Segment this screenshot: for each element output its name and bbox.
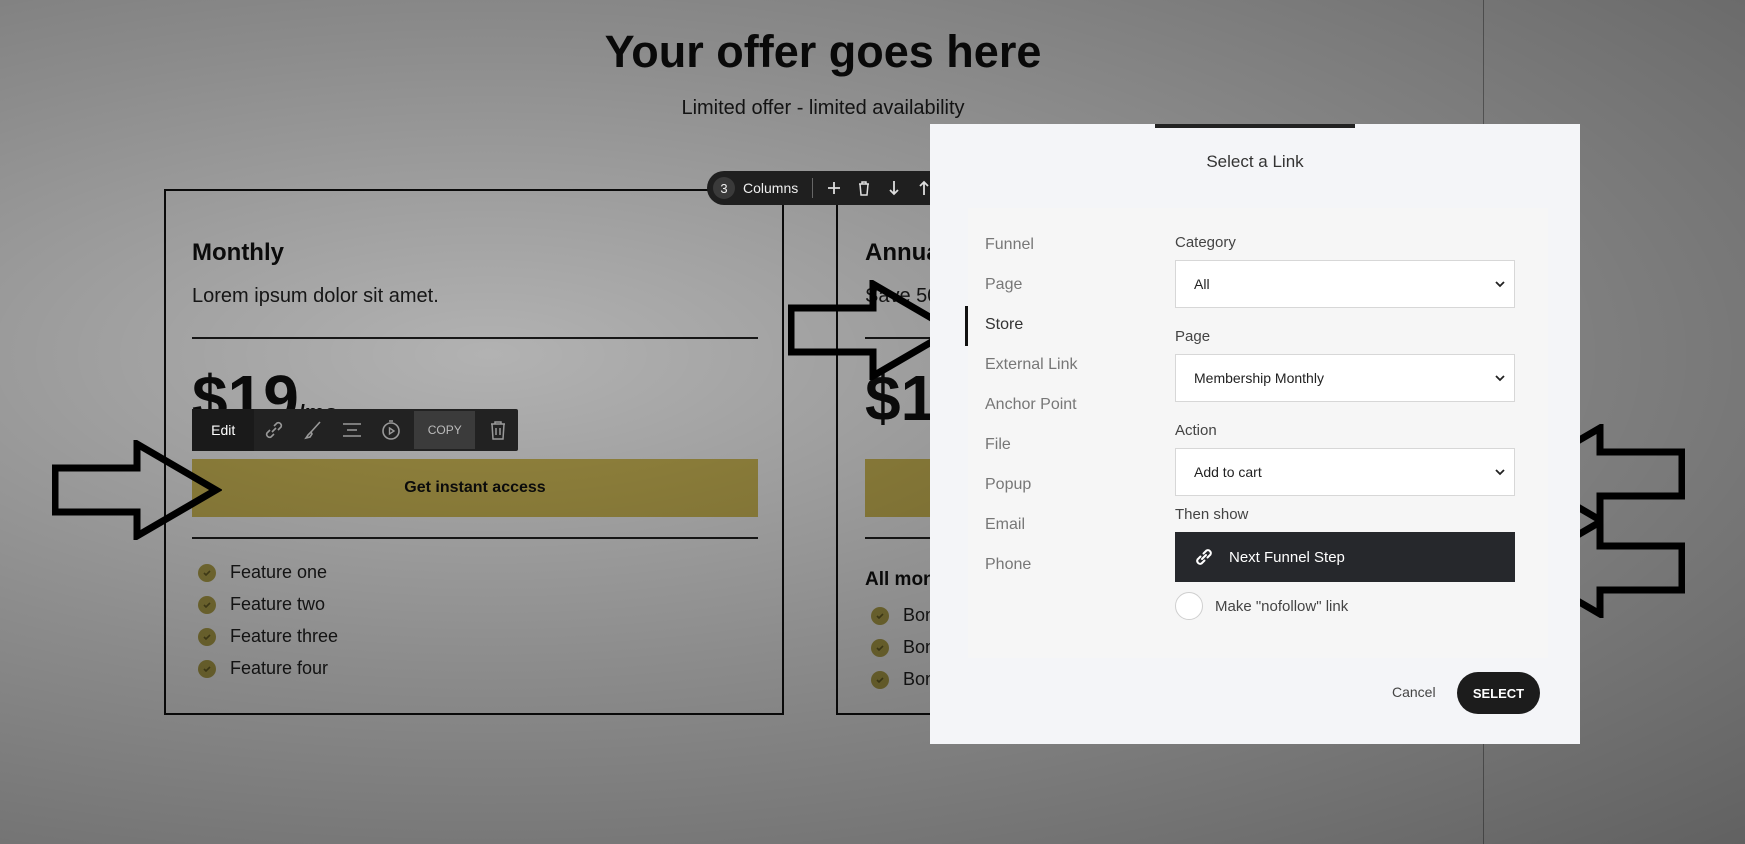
check-icon (871, 606, 889, 625)
feature-item: Feature two (198, 594, 325, 615)
timer-icon[interactable] (371, 409, 410, 451)
category-select[interactable]: All (1175, 260, 1515, 308)
category-label: Category (1175, 234, 1236, 251)
get-access-button[interactable]: Get instant access (192, 459, 758, 517)
nav-item-file[interactable]: File (985, 436, 1011, 454)
columns-toolbar: 3 Columns (707, 171, 948, 205)
nofollow-radio[interactable] (1175, 592, 1203, 620)
add-column-icon[interactable] (819, 173, 849, 203)
check-icon (871, 670, 889, 689)
page-select[interactable]: Membership Monthly (1175, 354, 1515, 402)
feature-item: Feature three (198, 626, 338, 647)
action-label: Action (1175, 422, 1217, 439)
feature-item: Feature four (198, 658, 328, 679)
chevron-down-icon (1495, 469, 1505, 476)
page-label: Page (1175, 328, 1211, 345)
then-show-label: Then show (1175, 506, 1249, 523)
copy-button[interactable]: COPY (414, 411, 475, 449)
hero-subtitle: Limited offer - limited availability (681, 97, 965, 119)
category-value: All (1194, 276, 1210, 292)
nav-active-indicator (965, 306, 968, 346)
hero-title: Your offer goes here (604, 26, 1042, 77)
feature-text: Feature two (230, 594, 326, 614)
chevron-down-icon (1495, 375, 1505, 382)
action-select[interactable]: Add to cart (1175, 448, 1515, 496)
nav-item-email[interactable]: Email (985, 516, 1025, 534)
modal-accent-bar (1155, 124, 1355, 128)
link-icon (1196, 549, 1212, 565)
trash-icon[interactable] (479, 409, 518, 451)
next-funnel-step-button[interactable]: Next Funnel Step (1175, 532, 1515, 582)
cancel-button[interactable]: Cancel (1392, 684, 1436, 700)
columns-label: Columns (743, 180, 799, 196)
card-section-title: All mon (865, 569, 935, 590)
pricing-card-monthly[interactable]: Monthly Lorem ipsum dolor sit amet. $19/… (164, 189, 784, 715)
select-button[interactable]: SELECT (1457, 672, 1540, 714)
card-divider (192, 337, 758, 339)
move-down-icon[interactable] (879, 173, 909, 203)
element-toolbar: Edit COPY (192, 409, 518, 451)
card-divider (192, 537, 758, 539)
page-value: Membership Monthly (1194, 370, 1324, 386)
card-description: Lorem ipsum dolor sit amet. (192, 285, 439, 307)
feature-item: Feature one (198, 562, 327, 583)
bonus-item: Bon (871, 637, 935, 658)
columns-count: 3 (713, 177, 735, 199)
annotation-arrow-icon (52, 440, 222, 540)
divider (812, 178, 814, 198)
nav-item-popup[interactable]: Popup (985, 476, 1031, 494)
feature-text: Feature three (230, 626, 339, 646)
card-title: Monthly (192, 239, 284, 266)
card-title: Annua (865, 239, 940, 266)
modal-title: Select a Link (1206, 152, 1304, 171)
link-icon[interactable] (254, 409, 293, 451)
nav-item-funnel[interactable]: Funnel (985, 236, 1034, 254)
delete-icon[interactable] (849, 173, 879, 203)
then-show-value: Next Funnel Step (1229, 548, 1345, 566)
nofollow-toggle[interactable]: Make "nofollow" link (1175, 592, 1348, 620)
feature-text: Feature one (230, 562, 328, 582)
align-center-icon[interactable] (332, 409, 371, 451)
nofollow-label: Make "nofollow" link (1215, 597, 1349, 615)
check-icon (198, 627, 216, 646)
nav-item-page[interactable]: Page (985, 276, 1022, 294)
nav-item-store[interactable]: Store (985, 316, 1023, 334)
chevron-down-icon (1495, 281, 1505, 288)
nav-item-external-link[interactable]: External Link (985, 356, 1078, 374)
feature-text: Feature four (230, 658, 329, 678)
check-icon (871, 638, 889, 657)
check-icon (198, 659, 216, 678)
action-value: Add to cart (1194, 464, 1262, 480)
check-icon (198, 563, 216, 582)
brush-icon[interactable] (293, 409, 332, 451)
bonus-item: Bon (871, 669, 935, 690)
bonus-item: Bon (871, 605, 935, 626)
select-link-modal: Select a Link Funnel Page Store External… (930, 124, 1580, 744)
nav-item-phone[interactable]: Phone (985, 556, 1031, 574)
nav-item-anchor-point[interactable]: Anchor Point (985, 396, 1077, 414)
check-icon (198, 595, 216, 614)
